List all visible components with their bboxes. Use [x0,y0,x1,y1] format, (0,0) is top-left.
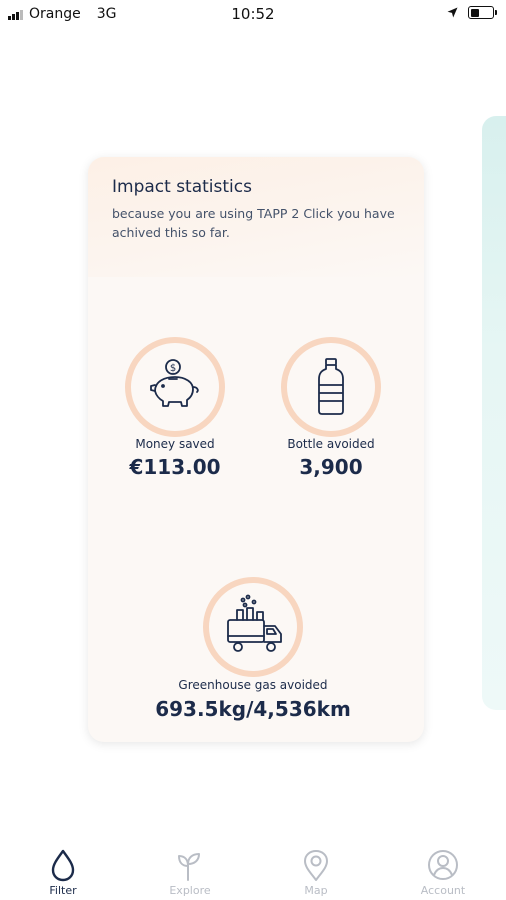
piggy-bank-icon: $ [150,359,199,407]
status-bar: Orange 3G 10:52 [0,0,506,28]
greenhouse-gas-value: 693.5kg/4,536km [155,697,351,721]
nav-label-map: Map [304,884,328,897]
impact-statistics-card: Impact statistics because you are using … [88,157,424,742]
nav-item-account[interactable]: Account [403,848,483,897]
location-arrow-icon [447,7,458,18]
next-card-peek[interactable] [482,116,506,710]
bottom-navigation: Filter Explore Map Account [0,830,506,900]
card-subtitle: because you are using TAPP 2 Click you h… [112,206,395,240]
card-title: Impact statistics [112,177,252,197]
nav-label-filter: Filter [49,884,77,897]
bottle-icon [318,358,344,415]
truck-factory-icon [227,594,282,652]
money-saved-label: Money saved [135,437,215,451]
nav-item-filter[interactable]: Filter [23,848,103,897]
status-time: 10:52 [231,5,275,23]
money-saved-value: €113.00 [129,455,221,479]
greenhouse-gas-label: Greenhouse gas avoided [178,678,328,692]
bottle-avoided-label: Bottle avoided [287,437,375,451]
account-icon [428,850,458,880]
nav-item-map[interactable]: Map [276,848,356,897]
nav-item-explore[interactable]: Explore [150,848,230,897]
nav-label-explore: Explore [169,884,211,897]
sprout-icon [178,853,200,881]
nav-label-account: Account [420,884,466,897]
status-right [447,6,497,19]
drop-icon [51,849,75,882]
map-pin-icon [304,850,328,881]
svg-text:$: $ [170,363,176,374]
battery-icon [468,6,497,19]
bottle-avoided-value: 3,900 [299,455,363,479]
